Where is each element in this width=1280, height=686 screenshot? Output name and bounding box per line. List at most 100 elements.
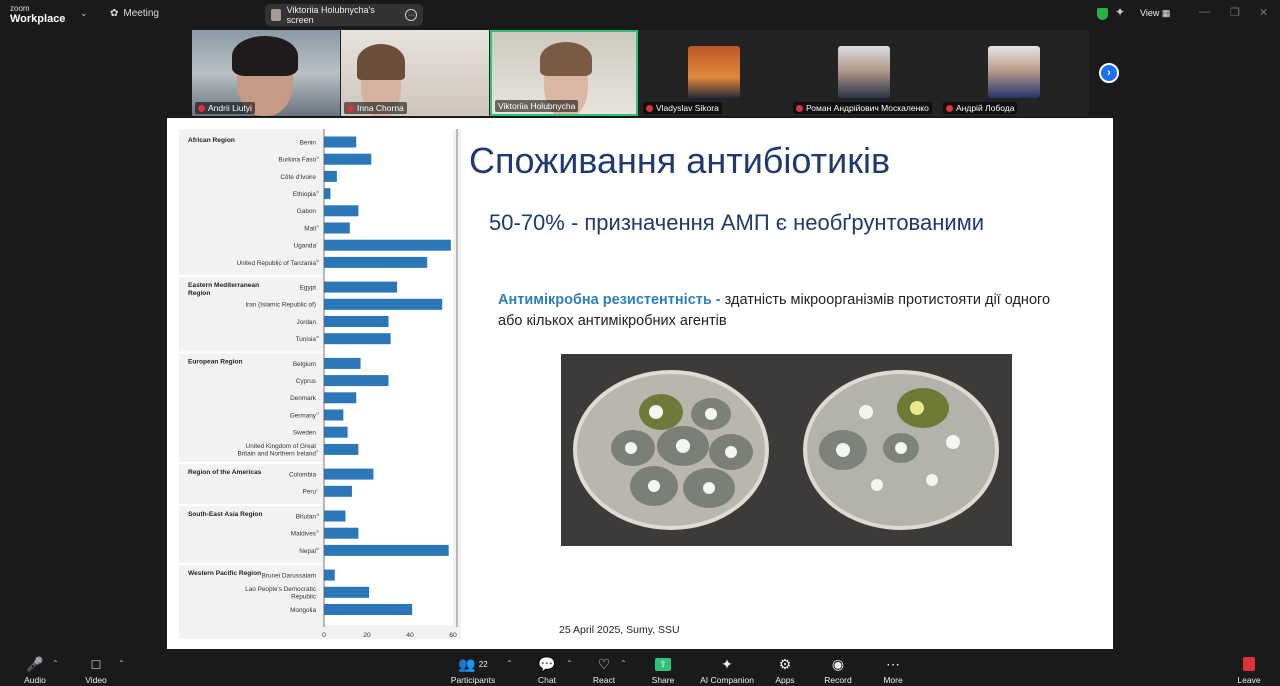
country-label: Lao People's Democratic [245,586,317,593]
mic-muted-icon [946,104,953,112]
country-label: Belgium [293,361,316,368]
view-button[interactable]: View ▦ [1140,8,1170,19]
country-label: Mali [304,225,316,232]
country-label: Germany [290,412,317,419]
country-label: Brunei Darussalam [262,573,316,580]
petri-dish-image [561,354,1012,546]
meeting-menu[interactable]: ✿ Meeting [110,8,159,19]
video-label: Video [85,675,107,685]
participant-tile[interactable]: Андрій Лобода [940,30,1088,116]
chevron-up-icon[interactable]: ⌃ [52,659,59,668]
chevron-up-icon[interactable]: ⌃ [506,659,513,668]
headphones-graphic [232,36,298,76]
footnote-mark: i [317,241,318,246]
share-label: Share [651,675,675,685]
x-tick-label: 60 [449,632,457,639]
bar [324,586,370,598]
bar [324,375,389,387]
apps-button[interactable]: ⚙ Apps [755,655,815,686]
ai-sparkle-icon: ✦ [721,655,733,672]
definition-term: Антимікробна резистентність - [498,292,721,308]
share-label: Viktoriia Holubnycha's screen [286,5,375,25]
more-button[interactable]: ⋯ More [863,655,923,686]
participant-tile-active-speaker[interactable]: Viktoriia Holubnycha [490,30,638,116]
apps-label: Apps [775,675,795,685]
participant-tile[interactable]: Vladyslav Sikora [640,30,788,116]
country-label: Tunisia [296,336,317,343]
x-tick-label: 20 [363,632,371,639]
video-button[interactable]: □ Video [66,655,126,685]
more-options-icon[interactable]: ··· [405,9,417,21]
share-screen-icon: ⇧ [655,657,671,671]
participant-name: Viktoriia Holubnycha [498,101,576,111]
bar [324,153,372,165]
audio-label: Audio [24,675,46,685]
sharer-avatar-icon [271,9,281,21]
leave-icon-wrap [1219,655,1279,673]
participant-tile[interactable]: Роман Андрійович Москаленко [790,30,938,116]
record-button[interactable]: ◉ Record [808,655,868,686]
country-label: Uganda [294,243,317,250]
ai-companion-label: AI Companion [700,675,754,685]
country-label: Iran (Islamic Republic of) [245,302,316,309]
country-label: Peru [303,489,317,496]
country-label: Egypt [300,285,317,292]
share-icon-wrap: ⇧ [633,655,693,673]
country-label: Colombia [289,472,316,479]
screen-share-indicator[interactable]: Viktoriia Holubnycha's screen ··· [265,4,423,26]
maximize-icon[interactable]: ❐ [1230,6,1240,19]
participants-label: Participants [450,675,496,685]
participant-tile[interactable]: Inna Chorna [341,30,489,116]
minimize-icon[interactable]: — [1199,6,1210,18]
more-icon: ⋯ [886,655,900,672]
bar [324,409,344,421]
country-label: Burkina Faso [278,157,316,164]
region-label: South-East Asia Region [188,511,263,518]
participant-tile[interactable]: Andrii Liutyi [192,30,340,116]
mic-muted-icon [198,104,205,112]
country-label: Maldives [291,531,316,538]
chevron-up-icon[interactable]: ⌃ [566,659,573,668]
region-label: Eastern Mediterranean [188,282,259,289]
leave-button[interactable]: Leave [1219,655,1279,685]
hair-graphic [357,44,405,80]
next-page-button[interactable]: › [1099,63,1119,83]
ai-sparkle-icon[interactable]: ✦ [1115,5,1125,19]
avatar [988,46,1040,98]
apps-icon: ⚙ [778,655,792,672]
participant-name: Vladyslav Sikora [656,103,719,113]
x-tick-label: 40 [406,632,414,639]
country-label: Britain and Northern Ireland [237,451,316,458]
country-label: Nepal [299,548,316,555]
participants-icon-wrap: 👥 22 [443,655,503,673]
shared-screen: African Region Benin Burkina Faso a Côte d'I… [167,118,1113,649]
participant-strip: Andrii Liutyi Inna Chorna Viktoriia Holu… [192,30,1089,116]
country-label: Mongolia [290,607,316,614]
grid-icon: ▦ [1161,8,1171,18]
mic-muted-icon [646,104,653,112]
hair-graphic [540,42,592,76]
meeting-label: Meeting [123,8,159,19]
chevron-up-icon[interactable]: ⌃ [118,659,125,668]
chevron-down-icon[interactable]: ⌄ [80,8,88,19]
encryption-shield-icon[interactable] [1097,8,1108,20]
brand-top: zoom [10,4,30,13]
close-icon[interactable]: ✕ [1259,6,1268,19]
slide-title: Споживання антибіотиків [469,140,891,181]
bar [324,222,350,234]
bar [324,544,449,556]
participants-button[interactable]: 👥 22 Participants [443,655,503,686]
bar-chart: African Region BeninBurkina Faso aCôte d'I… [179,129,461,639]
participant-name: Andrii Liutyi [208,103,252,113]
share-button[interactable]: ⇧ Share [633,655,693,685]
chevron-up-icon[interactable]: ⌃ [620,659,627,668]
region-label: Region of the Americas [188,469,262,476]
bar [324,443,359,455]
bar [324,468,374,480]
slide-subtitle: 50-70% - призначення АМП є необґрунтован… [489,210,985,235]
paw-icon: ✿ [110,8,119,19]
record-label: Record [824,675,852,685]
ai-companion-button[interactable]: ✦ AI Companion [697,655,757,686]
participant-name-tag: Inna Chorna [344,102,407,114]
footnote-mark: i [317,487,318,492]
